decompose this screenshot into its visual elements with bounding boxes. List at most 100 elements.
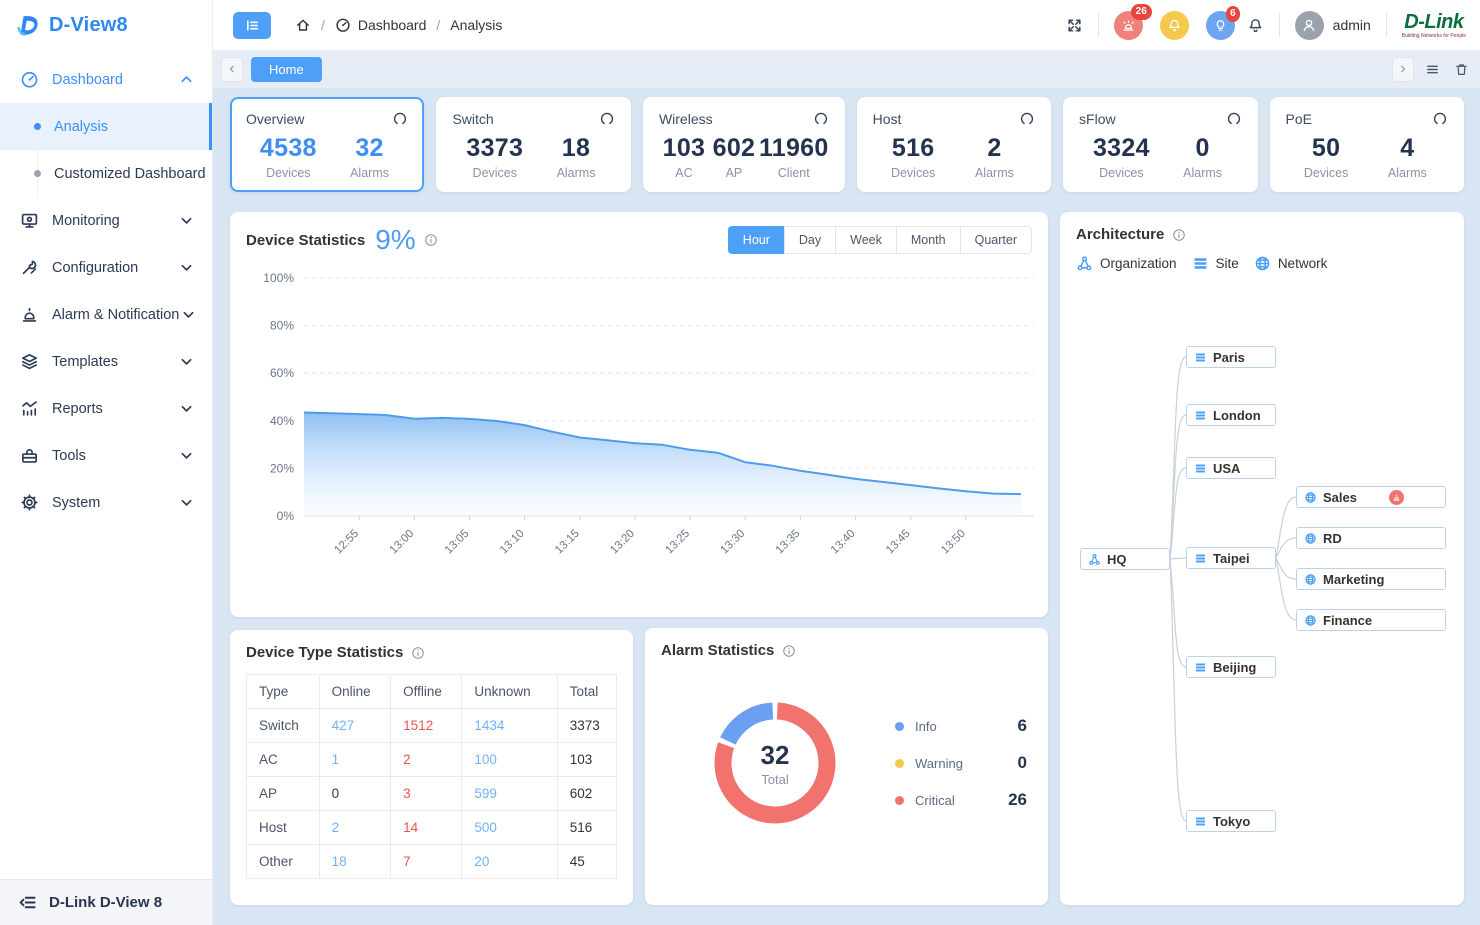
svg-text:13:20: 13:20: [608, 528, 637, 557]
main-content: Overview4538Devices32AlarmsSwitch3373Dev…: [213, 88, 1480, 925]
cell-host-online[interactable]: 2: [319, 811, 391, 845]
stat-card-overview[interactable]: Overview4538Devices32Alarms: [230, 97, 424, 192]
sidebar-item-customized-dashboard[interactable]: Customized Dashboard: [0, 150, 212, 197]
cell-ac-unknown[interactable]: 100: [462, 743, 557, 777]
stat-card-sflow[interactable]: sFlow3324Devices0Alarms: [1063, 97, 1257, 192]
column-header-unknown: Unknown: [462, 675, 557, 709]
sidebar-item-templates[interactable]: Templates: [0, 338, 212, 385]
tab-week[interactable]: Week: [835, 226, 897, 254]
sidebar-item-alarm-notification[interactable]: Alarm & Notification: [0, 291, 212, 338]
tree-node-tokyo[interactable]: Tokyo: [1186, 810, 1276, 832]
sidebar-item-tools[interactable]: Tools: [0, 432, 212, 479]
stat-card-title: Overview: [246, 111, 304, 127]
svg-text:100%: 100%: [263, 271, 294, 285]
sidebar-item-analysis[interactable]: Analysis: [0, 103, 212, 150]
svg-text:13:45: 13:45: [884, 528, 913, 557]
svg-text:60%: 60%: [270, 366, 294, 380]
tips-button[interactable]: 6: [1206, 11, 1235, 40]
sidebar-toggle-button[interactable]: [233, 12, 271, 39]
site-icon: [1194, 552, 1207, 565]
sidebar-footer[interactable]: D-Link D-View 8: [0, 879, 212, 925]
legend-dot-icon: [895, 759, 904, 768]
refresh-icon[interactable]: [1019, 111, 1035, 127]
chevron-down-icon: [177, 493, 196, 512]
refresh-icon[interactable]: [392, 111, 408, 127]
breadcrumb-dashboard[interactable]: Dashboard: [335, 17, 427, 33]
sidebar-item-configuration[interactable]: Configuration: [0, 244, 212, 291]
alarm-legend-critical[interactable]: Critical26: [895, 790, 1027, 810]
sidebar-item-system[interactable]: System: [0, 479, 212, 526]
info-icon: [1172, 228, 1186, 242]
cell-ac-online[interactable]: 1: [319, 743, 391, 777]
divider: [1279, 13, 1280, 37]
tree-node-london[interactable]: London: [1186, 404, 1276, 426]
tab-hour[interactable]: Hour: [728, 226, 785, 254]
cell-ap-unknown[interactable]: 599: [462, 777, 557, 811]
breadcrumb-analysis[interactable]: Analysis: [450, 17, 502, 33]
home-icon[interactable]: [295, 17, 311, 33]
architecture-legend-site[interactable]: Site: [1192, 255, 1239, 272]
configuration-icon: [20, 258, 39, 277]
stat-card-host[interactable]: Host516Devices2Alarms: [857, 97, 1051, 192]
cell-host-offline[interactable]: 14: [391, 811, 462, 845]
avatar[interactable]: [1295, 11, 1324, 40]
stat-alarms: 18Alarms: [551, 134, 601, 180]
cell-other-unknown[interactable]: 20: [462, 845, 557, 879]
app-root: D-View8 DashboardAnalysisCustomized Dash…: [0, 0, 1480, 925]
architecture-legend-network[interactable]: Network: [1254, 255, 1328, 272]
tab-quarter[interactable]: Quarter: [960, 226, 1032, 254]
architecture-legend: Organization Site Network: [1076, 255, 1448, 272]
cell-switch-total: 3373: [557, 709, 616, 743]
cell-host-unknown[interactable]: 500: [462, 811, 557, 845]
notification-bell-icon[interactable]: [1247, 17, 1264, 34]
topbar-actions: 26 6 admin D-Link Building Networks for …: [1066, 11, 1466, 40]
cell-ap-offline[interactable]: 3: [391, 777, 462, 811]
alarm-legend-info[interactable]: Info6: [895, 716, 1027, 736]
critical-alarms-button[interactable]: 26: [1114, 11, 1143, 40]
tab-home[interactable]: Home: [251, 57, 322, 82]
refresh-icon[interactable]: [599, 111, 615, 127]
fullscreen-icon[interactable]: [1066, 17, 1083, 34]
tree-node-beijing[interactable]: Beijing: [1186, 656, 1276, 678]
tree-node-rd[interactable]: RD: [1296, 527, 1446, 549]
sidebar-item-reports[interactable]: Reports: [0, 385, 212, 432]
cell-other-online[interactable]: 18: [319, 845, 391, 879]
tabs-scroll-right-button[interactable]: [1392, 57, 1414, 82]
site-icon: [1192, 255, 1209, 272]
network-icon: [1254, 255, 1271, 272]
tree-node-hq[interactable]: HQ: [1080, 548, 1170, 570]
tree-node-finance[interactable]: Finance: [1296, 609, 1446, 631]
cell-switch-offline[interactable]: 1512: [391, 709, 462, 743]
stat-devices: 3324Devices: [1093, 134, 1150, 180]
table-row-ac: AC12100103: [247, 743, 617, 777]
tree-node-sales[interactable]: Sales: [1296, 486, 1446, 508]
device-type-statistics-panel: Device Type Statistics TypeOnlineOffline…: [230, 630, 633, 905]
warning-alarms-button[interactable]: [1160, 11, 1189, 40]
cell-switch-unknown[interactable]: 1434: [462, 709, 557, 743]
refresh-icon[interactable]: [1226, 111, 1242, 127]
tree-node-taipei[interactable]: Taipei: [1186, 547, 1276, 569]
stat-card-wireless[interactable]: Wireless103AC602AP11960Client: [643, 97, 845, 192]
alarm-legend-warning[interactable]: Warning0: [895, 753, 1027, 773]
monitoring-icon: [20, 211, 39, 230]
svg-text:13:10: 13:10: [498, 528, 527, 557]
stat-card-poe[interactable]: PoE50Devices4Alarms: [1270, 97, 1464, 192]
username[interactable]: admin: [1333, 17, 1371, 33]
tab-day[interactable]: Day: [784, 226, 836, 254]
tree-node-usa[interactable]: USA: [1186, 457, 1276, 479]
cell-ac-offline[interactable]: 2: [391, 743, 462, 777]
cell-other-offline[interactable]: 7: [391, 845, 462, 879]
architecture-legend-organization[interactable]: Organization: [1076, 255, 1177, 272]
refresh-icon[interactable]: [813, 111, 829, 127]
sidebar-item-dashboard[interactable]: Dashboard: [0, 56, 212, 103]
close-tabs-trash-icon[interactable]: [1454, 62, 1469, 77]
tab-list-menu-icon[interactable]: [1425, 62, 1440, 77]
tree-node-marketing[interactable]: Marketing: [1296, 568, 1446, 590]
stat-card-switch[interactable]: Switch3373Devices18Alarms: [436, 97, 630, 192]
tree-node-paris[interactable]: Paris: [1186, 346, 1276, 368]
sidebar-item-monitoring[interactable]: Monitoring: [0, 197, 212, 244]
tabs-scroll-left-button[interactable]: [221, 57, 243, 82]
tab-month[interactable]: Month: [896, 226, 961, 254]
refresh-icon[interactable]: [1432, 111, 1448, 127]
cell-switch-online[interactable]: 427: [319, 709, 391, 743]
